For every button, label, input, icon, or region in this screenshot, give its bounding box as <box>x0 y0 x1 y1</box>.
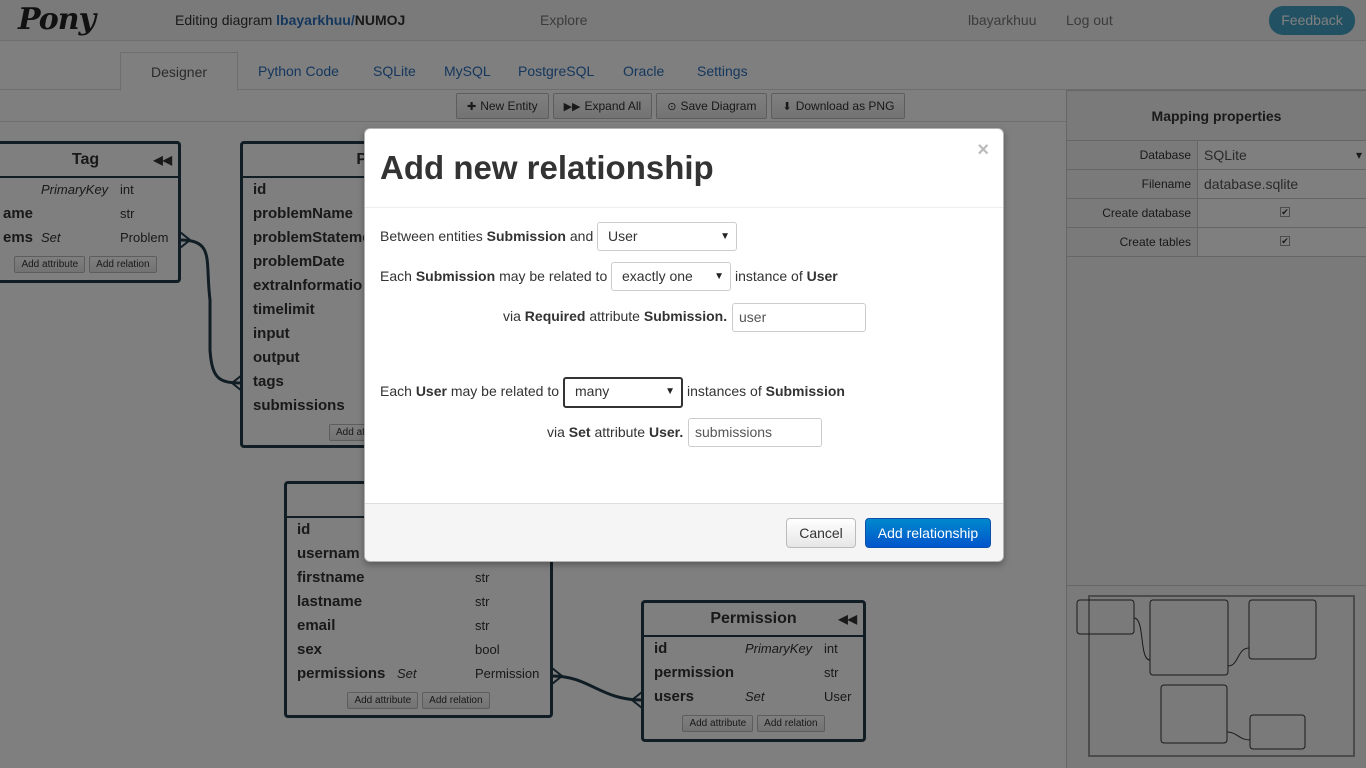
add-relationship-dialog: Add new relationship × Between entities … <box>364 128 1004 562</box>
dropdown-arrow-icon: ▼ <box>665 386 675 397</box>
cardinality-a-line: Each Submission may be related to <box>380 268 608 284</box>
close-icon[interactable]: × <box>977 139 989 162</box>
attribute-b-input[interactable]: submissions <box>688 418 822 447</box>
via-a-line: via Required attribute Submission. <box>503 308 728 324</box>
entity-select[interactable]: User ▼ <box>597 222 737 251</box>
attribute-a-input[interactable]: user <box>732 303 866 332</box>
cardinality-b-select[interactable]: many ▼ <box>563 377 683 408</box>
cardinality-b-line: Each User may be related to <box>380 383 560 399</box>
cardinality-a-select[interactable]: exactly one ▼ <box>611 262 731 291</box>
cancel-button[interactable]: Cancel <box>786 518 856 548</box>
between-line: Between entities Submission and <box>380 228 594 244</box>
dropdown-arrow-icon: ▼ <box>714 271 724 282</box>
dialog-title: Add new relationship <box>380 149 714 186</box>
dropdown-arrow-icon: ▼ <box>720 231 730 242</box>
add-relationship-button[interactable]: Add relationship <box>865 518 991 548</box>
dialog-footer: Cancel Add relationship <box>365 503 1003 561</box>
via-b-line: via Set attribute User. <box>547 424 684 440</box>
